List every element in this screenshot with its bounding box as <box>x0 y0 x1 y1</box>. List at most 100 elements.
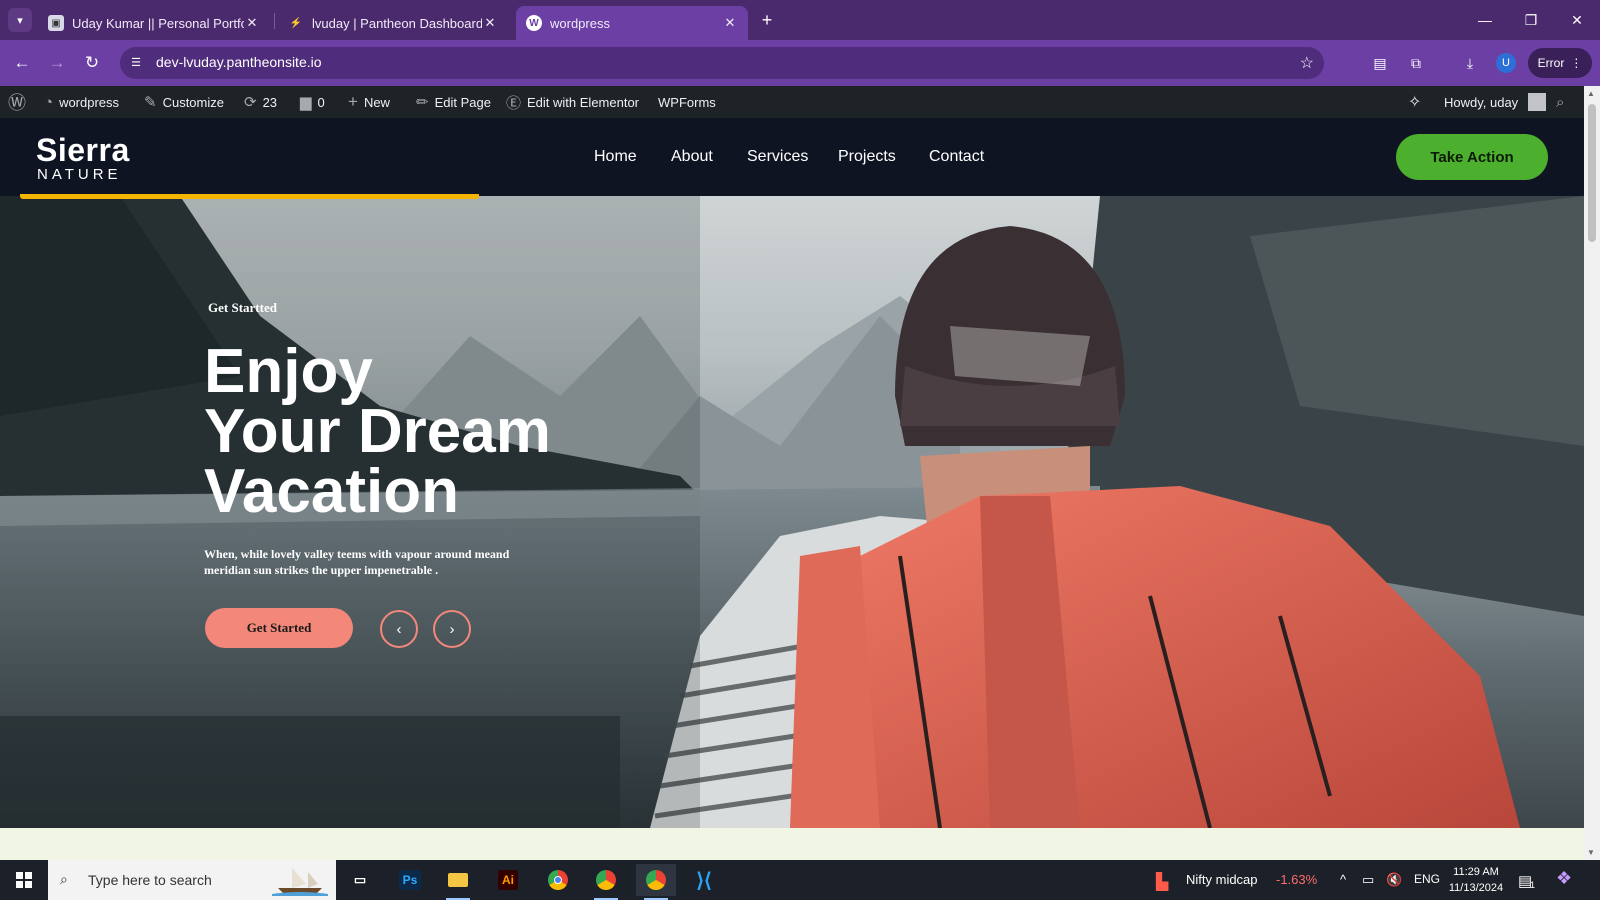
plus-icon: + <box>348 92 358 111</box>
edit-page-link[interactable]: ✏ Edit Page <box>416 86 491 118</box>
forward-button[interactable]: → <box>45 51 69 75</box>
slider-progress-bar <box>20 194 479 199</box>
profile-avatar[interactable]: U <box>1496 53 1516 73</box>
dashboard-icon: ◔ <box>44 93 54 111</box>
elementor-label: Edit with Elementor <box>527 94 640 110</box>
pencil-icon: ✏ <box>416 94 429 111</box>
wpforms-menu[interactable]: WPForms <box>658 86 716 118</box>
hero-title-line: Enjoy <box>204 337 373 406</box>
market-chart-icon: ▙ <box>1156 874 1169 891</box>
tab-title: Uday Kumar || Personal Portfolio <box>72 15 244 31</box>
brush-icon: ✎ <box>144 94 157 111</box>
chrome-profile-app-icon[interactable] <box>586 864 626 900</box>
volume-muted-icon[interactable]: 🔇 <box>1386 872 1402 888</box>
close-tab-icon[interactable]: ✕ <box>722 15 738 31</box>
my-account-menu[interactable]: Howdy, uday <box>1444 86 1547 118</box>
new-content-menu[interactable]: + New <box>348 86 390 118</box>
browser-tab-strip: ▾ ▣ Uday Kumar || Personal Portfolio ✕ ⚡… <box>0 0 1600 40</box>
error-menu-button[interactable]: Error ⋮ <box>1528 48 1592 78</box>
site-name-menu[interactable]: ◔ wordpress <box>44 86 119 118</box>
file-explorer-icon[interactable] <box>438 864 478 900</box>
wp-logo-menu[interactable]: Ⓦ <box>8 86 26 118</box>
site-logo-tagline: NATURE <box>37 166 122 183</box>
admin-search-link[interactable]: ⌕ <box>1556 86 1564 118</box>
scroll-thumb[interactable] <box>1588 104 1596 242</box>
updates-link[interactable]: ⟳ 23 <box>244 86 277 118</box>
slider-next-button[interactable]: › <box>433 610 471 648</box>
tab-pantheon[interactable]: ⚡ lvuday | Pantheon Dashboard ✕ <box>278 6 508 40</box>
chevron-right-icon: › <box>449 620 455 638</box>
portfolio-favicon-icon: ▣ <box>48 15 64 31</box>
nav-home[interactable]: Home <box>594 148 637 166</box>
bookmark-star-icon[interactable]: ☆ <box>1300 53 1314 73</box>
windows-taskbar: ⌕ Type here to search ▭ Ps Ai ⟩⟨ ▙ Nifty… <box>0 860 1600 900</box>
close-tab-icon[interactable]: ✕ <box>244 15 260 31</box>
url-text[interactable]: dev-lvuday.pantheonsite.io <box>156 54 322 70</box>
task-view-icon[interactable]: ▭ <box>340 864 380 896</box>
page-scrollbar[interactable]: ▲ ▼ <box>1584 86 1600 860</box>
reading-mode-icon[interactable]: ▤ <box>1370 53 1390 73</box>
wordpress-favicon-icon: W <box>526 15 542 31</box>
nav-about[interactable]: About <box>671 148 713 166</box>
photoshop-app-icon[interactable]: Ps <box>390 864 430 896</box>
browser-toolbar: ← → ↻ ☰ dev-lvuday.pantheonsite.io ☆ ▤ ⧉… <box>0 40 1600 86</box>
tab-wordpress[interactable]: W wordpress ✕ <box>516 6 748 40</box>
new-tab-button[interactable]: + <box>756 9 778 31</box>
search-icon: ⌕ <box>60 871 68 887</box>
back-button[interactable]: ← <box>10 51 34 75</box>
system-clock[interactable]: 11:29 AM 11/13/2024 <box>1446 864 1506 896</box>
ai-assistant-link[interactable]: ✧ <box>1408 86 1421 118</box>
nav-services[interactable]: Services <box>747 148 808 166</box>
take-action-button[interactable]: Take Action <box>1396 134 1548 180</box>
hero-title: Enjoy Your Dream Vacation <box>204 337 624 526</box>
reload-button[interactable]: ↻ <box>80 51 104 75</box>
customize-link[interactable]: ✎ Customize <box>144 86 224 118</box>
restore-button[interactable]: ❐ <box>1508 0 1554 40</box>
close-tab-icon[interactable]: ✕ <box>482 15 498 31</box>
illustrator-app-icon[interactable]: Ai <box>488 864 528 896</box>
language-indicator[interactable]: ENG <box>1414 872 1440 886</box>
address-bar[interactable]: ☰ dev-lvuday.pantheonsite.io ☆ <box>120 47 1324 79</box>
tab-title: wordpress <box>550 15 610 31</box>
extensions-icon[interactable]: ⧉ <box>1406 53 1426 73</box>
elementor-icon: Ⓔ <box>506 94 522 112</box>
get-started-button[interactable]: Get Started <box>205 608 353 648</box>
hero-slider: Get Startted Enjoy Your Dream Vacation W… <box>0 196 1584 828</box>
close-window-button[interactable]: ✕ <box>1554 0 1600 40</box>
chevron-up-icon[interactable]: ^ <box>1340 872 1346 887</box>
elementor-link[interactable]: Ⓔ Edit with Elementor <box>506 86 639 118</box>
slider-prev-button[interactable]: ‹ <box>380 610 418 648</box>
taskbar-search-box[interactable]: ⌕ Type here to search <box>48 860 336 900</box>
comments-count: 0 <box>317 94 325 110</box>
site-logo[interactable]: Sierra <box>36 132 130 169</box>
comment-icon: ▆ <box>300 94 312 111</box>
comments-link[interactable]: ▆ 0 <box>300 86 325 118</box>
nav-projects[interactable]: Projects <box>838 148 896 166</box>
page-viewport: Ⓦ ◔ wordpress ✎ Customize ⟳ 23 ▆ 0 + New… <box>0 86 1584 860</box>
network-icon[interactable]: ▭ <box>1362 872 1374 888</box>
tab-search-button[interactable]: ▾ <box>8 8 32 32</box>
wordpress-logo-icon: Ⓦ <box>8 93 26 113</box>
copilot-icon[interactable]: ❖ <box>1556 868 1572 889</box>
site-name-label: wordpress <box>59 94 120 110</box>
widget-label[interactable]: Nifty midcap <box>1186 872 1258 887</box>
clock-time: 11:29 AM <box>1453 866 1499 878</box>
windows-logo-icon <box>16 872 32 888</box>
scroll-down-arrow-icon[interactable]: ▼ <box>1587 848 1595 857</box>
chevron-down-icon: ▾ <box>17 14 23 27</box>
downloads-icon[interactable]: ⤓ <box>1460 53 1480 73</box>
tab-portfolio[interactable]: ▣ Uday Kumar || Personal Portfolio ✕ <box>38 6 270 40</box>
nav-contact[interactable]: Contact <box>929 148 984 166</box>
chrome-app-icon[interactable] <box>538 864 578 896</box>
site-header: Sierra NATURE Home About Services Projec… <box>0 118 1584 196</box>
minimize-button[interactable]: — <box>1462 0 1508 40</box>
tab-divider <box>274 13 275 29</box>
notification-count: 1 <box>1530 880 1536 890</box>
site-info-icon[interactable]: ☰ <box>128 55 144 71</box>
scroll-up-arrow-icon[interactable]: ▲ <box>1587 89 1595 98</box>
start-button[interactable] <box>0 860 48 900</box>
chevron-left-icon: ‹ <box>396 620 402 638</box>
hero-title-line: Vacation <box>204 457 459 526</box>
vscode-app-icon[interactable]: ⟩⟨ <box>684 864 724 896</box>
chrome-active-window-icon[interactable] <box>636 864 676 900</box>
